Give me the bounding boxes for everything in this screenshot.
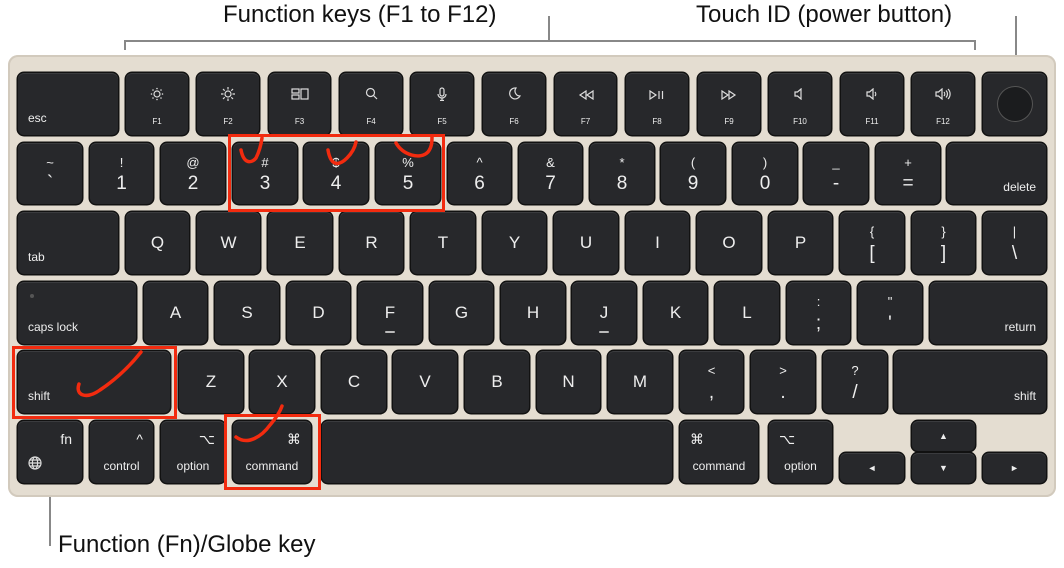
checkmark-shift [76, 350, 143, 398]
checkmark-command [234, 404, 284, 443]
checkmark-5 [394, 135, 434, 158]
checkmark-3 [239, 136, 264, 164]
checkmarks [76, 135, 434, 443]
checkmark-4 [326, 140, 358, 166]
